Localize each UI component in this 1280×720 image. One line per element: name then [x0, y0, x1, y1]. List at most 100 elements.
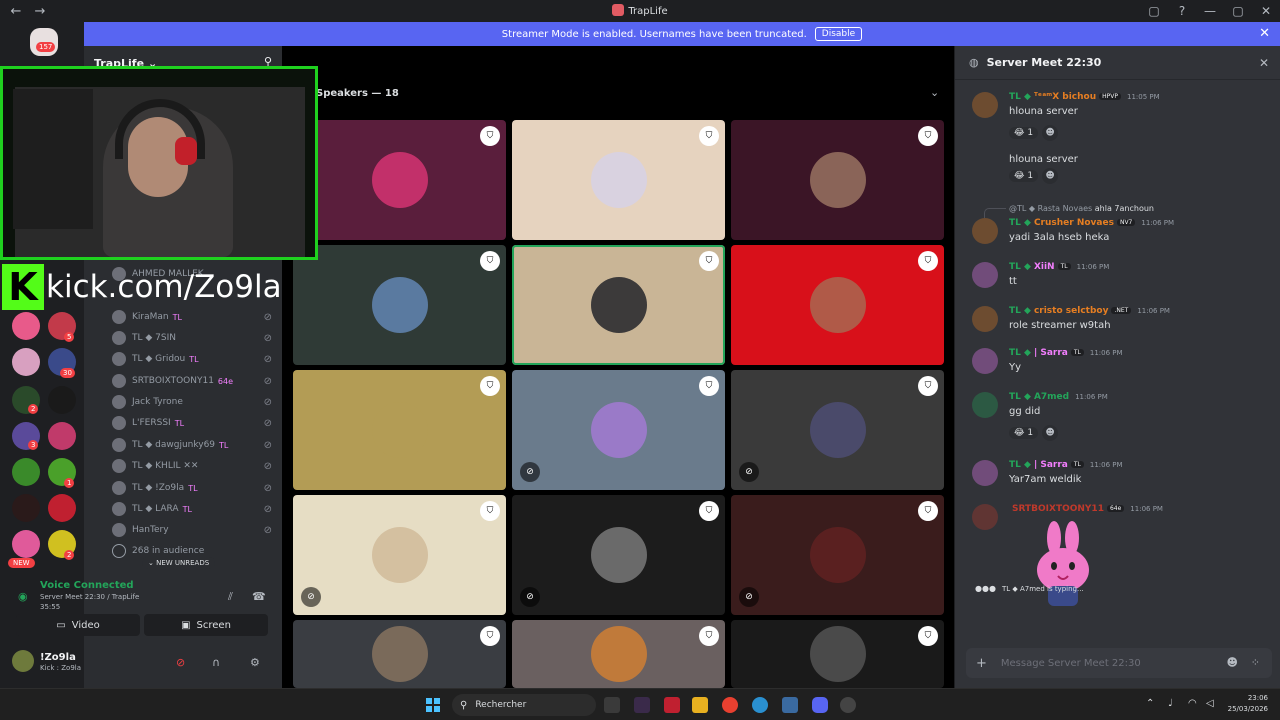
- disable-streamer-mode-button[interactable]: Disable: [814, 27, 863, 41]
- chevron-down-icon[interactable]: ⌄: [930, 86, 939, 99]
- speaker-tile[interactable]: ⛉: [731, 245, 944, 365]
- microphone-icon[interactable]: ♩: [1168, 698, 1173, 709]
- reaction-button[interactable]: 😂 1: [1009, 427, 1039, 439]
- signal-icon[interactable]: ◉: [18, 590, 28, 603]
- add-attachment-icon[interactable]: +: [976, 656, 987, 671]
- taskview-icon[interactable]: [604, 697, 620, 713]
- member-row[interactable]: Jack Tyrone ⊘: [112, 393, 280, 411]
- inbox-icon[interactable]: ▢: [1140, 4, 1168, 18]
- avatar[interactable]: [972, 262, 998, 288]
- author-name[interactable]: Crusher Novaes: [1034, 218, 1114, 228]
- noise-suppression-icon[interactable]: ⫽: [228, 590, 233, 604]
- reaction-button[interactable]: 😂 1: [1009, 127, 1039, 139]
- speaker-tile[interactable]: ⛉: [731, 620, 944, 688]
- close-window-button[interactable]: ✕: [1252, 4, 1280, 18]
- server-icon[interactable]: [12, 458, 40, 486]
- taskbar-search[interactable]: ⚲ Rechercher: [452, 694, 596, 716]
- author-name[interactable]: A7med: [1034, 392, 1069, 402]
- author-name[interactable]: | Sarra: [1034, 460, 1068, 470]
- screen-share-button[interactable]: ▣ Screen: [144, 614, 268, 636]
- avatar[interactable]: [972, 348, 998, 374]
- avatar[interactable]: [972, 504, 998, 530]
- member-row[interactable]: TL ◆ dawgjunky69 TL ⊘: [112, 436, 280, 454]
- add-reaction-icon[interactable]: ☻: [1042, 168, 1059, 184]
- speaker-tile[interactable]: ⛉: [512, 620, 725, 688]
- member-row[interactable]: SRTBOIXTOONY11 64e ⊘: [112, 372, 280, 390]
- new-pill[interactable]: NEW: [8, 558, 35, 568]
- server-icon[interactable]: [12, 312, 40, 340]
- member-row[interactable]: TL ◆ !Zo9la TL ⊘: [112, 479, 280, 497]
- member-row[interactable]: HanTery ⊘: [112, 521, 280, 539]
- speaker-tile[interactable]: ⛉ ⊘: [512, 495, 725, 615]
- clock[interactable]: 23:06 25/03/2026: [1228, 693, 1268, 715]
- new-unreads-button[interactable]: ⌄ NEW UNREADS: [142, 557, 216, 569]
- obs-icon[interactable]: [840, 697, 856, 713]
- speaker-tile[interactable]: ⛉: [512, 245, 725, 365]
- video-button[interactable]: ▭ Video: [16, 614, 140, 636]
- speaker-tile[interactable]: ⛉: [512, 120, 725, 240]
- author-name[interactable]: ᵀᵉᵃᵐX bichou: [1034, 92, 1096, 102]
- emoji-icon[interactable]: ☻: [1227, 656, 1238, 669]
- speaker-tile[interactable]: ⛉ ⊘: [731, 370, 944, 490]
- start-button[interactable]: [426, 698, 440, 712]
- edge-icon[interactable]: [752, 697, 768, 713]
- app-icon[interactable]: [634, 697, 650, 713]
- volume-icon[interactable]: ◁: [1206, 698, 1214, 709]
- maximize-button[interactable]: ▢: [1224, 4, 1252, 18]
- disconnect-icon[interactable]: ☎: [252, 590, 266, 603]
- speaker-tile[interactable]: ⛉: [293, 245, 506, 365]
- user-name[interactable]: !Zo9la: [40, 652, 76, 663]
- apps-icon[interactable]: ⁘: [1251, 656, 1260, 669]
- speaker-tile[interactable]: ⛉: [293, 620, 506, 688]
- discord-icon[interactable]: [812, 697, 828, 713]
- member-row[interactable]: L'FERSSI TL ⊘: [112, 414, 280, 432]
- server-icon[interactable]: [48, 386, 76, 414]
- member-row[interactable]: TL ◆ KHLIL ✕✕ ⊘: [112, 457, 280, 475]
- member-row[interactable]: TL ◆ Gridou TL ⊘: [112, 350, 280, 368]
- add-reaction-icon[interactable]: ☻: [1042, 125, 1059, 141]
- server-icon[interactable]: [12, 530, 40, 558]
- server-icon[interactable]: [48, 422, 76, 450]
- reaction-button[interactable]: 😂 1: [1009, 170, 1039, 182]
- help-icon[interactable]: ?: [1168, 4, 1196, 18]
- avatar[interactable]: [972, 460, 998, 486]
- member-row[interactable]: TL ◆ 7SIN ⊘: [112, 329, 280, 347]
- author-name[interactable]: XiiN: [1034, 262, 1055, 272]
- speaker-tile[interactable]: ⛉: [731, 120, 944, 240]
- voice-status[interactable]: Voice Connected: [40, 580, 134, 591]
- server-icon[interactable]: [12, 348, 40, 376]
- speaker-tile[interactable]: ⛉ ⊘: [512, 370, 725, 490]
- author-name[interactable]: cristo selctboy: [1034, 306, 1109, 316]
- gear-icon[interactable]: ⚙: [250, 656, 260, 669]
- network-icon[interactable]: ◠: [1188, 698, 1197, 709]
- author-name[interactable]: | Sarra: [1034, 348, 1068, 358]
- speaker-tile[interactable]: ⛉ ⊘: [731, 495, 944, 615]
- server-icon[interactable]: [48, 494, 76, 522]
- add-reaction-icon[interactable]: ☻: [1042, 425, 1059, 441]
- app-icon[interactable]: [664, 697, 680, 713]
- mute-mic-icon[interactable]: ⊘: [176, 656, 185, 669]
- server-icon[interactable]: [12, 494, 40, 522]
- app-icon[interactable]: [782, 697, 798, 713]
- minimize-button[interactable]: —: [1196, 4, 1224, 18]
- member-row[interactable]: TL ◆ LARA TL ⊘: [112, 500, 280, 518]
- voice-channel[interactable]: Server Meet 22:30 / TrapLife: [40, 593, 139, 601]
- reply-preview[interactable]: @TL ◆ Rasta Novaes ahla 7anchoun: [1009, 204, 1154, 213]
- speaker-tile[interactable]: ⛉ ⊘: [293, 495, 506, 615]
- speaker-tile[interactable]: ⛉: [293, 120, 506, 240]
- close-banner-icon[interactable]: ✕: [1259, 26, 1270, 41]
- avatar[interactable]: [972, 218, 998, 244]
- headphones-icon[interactable]: ∩: [212, 656, 220, 669]
- message-input[interactable]: + Message Server Meet 22:30 ☻ ⁘: [966, 648, 1272, 678]
- file-explorer-icon[interactable]: [692, 697, 708, 713]
- speaker-tile[interactable]: ⛉: [293, 370, 506, 490]
- avatar[interactable]: [972, 306, 998, 332]
- avatar[interactable]: [972, 92, 998, 118]
- chevron-up-icon[interactable]: ⌃: [1146, 698, 1154, 709]
- avatar[interactable]: [12, 650, 34, 672]
- message-placeholder[interactable]: Message Server Meet 22:30: [1001, 658, 1141, 669]
- close-icon[interactable]: ✕: [1259, 56, 1269, 70]
- chrome-icon[interactable]: [722, 697, 738, 713]
- avatar[interactable]: [972, 392, 998, 418]
- author-name[interactable]: SRTBOIXTOONY11: [1012, 504, 1104, 514]
